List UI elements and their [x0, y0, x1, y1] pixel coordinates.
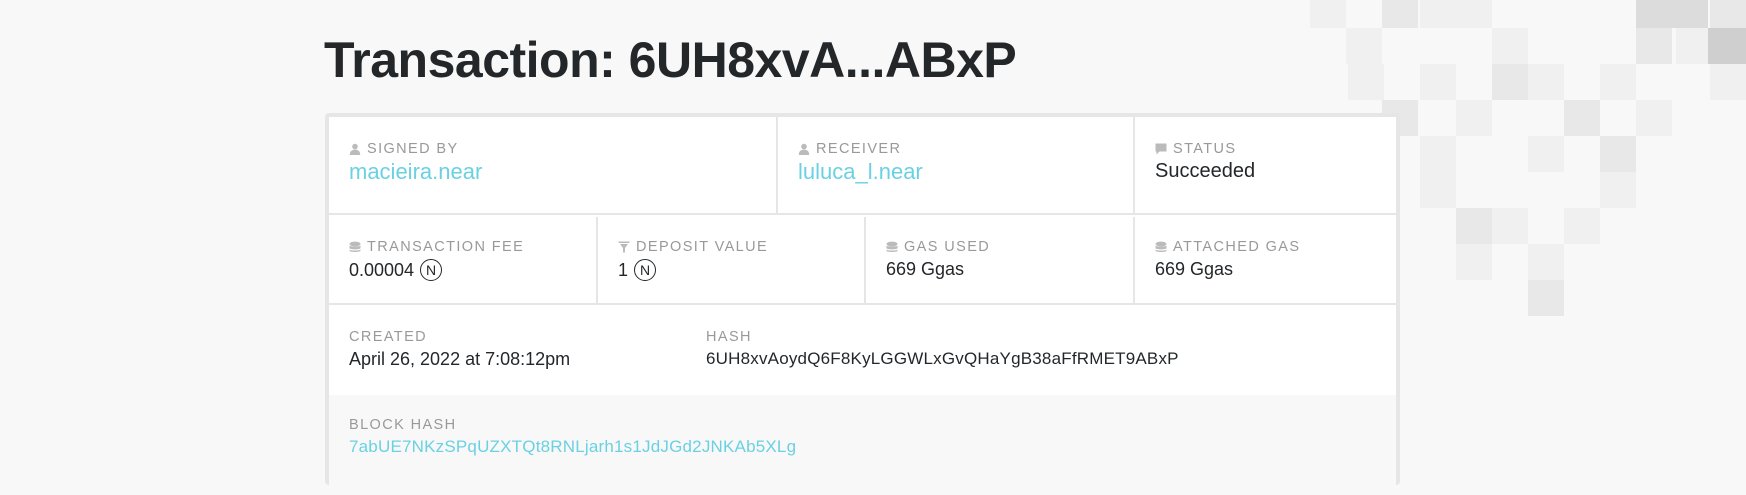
block-hash-cell: BLOCK HASH 7abUE7NKzSPqUZXTQt8RNLjarh1s1… [329, 395, 1396, 485]
transaction-fee-value: 0.00004 N [349, 259, 443, 281]
deposit-value-cell: DEPOSIT VALUE 1 N [598, 217, 866, 303]
page-title: Transaction: 6UH8xvA...ABxP [324, 32, 1017, 88]
status-label-text: STATUS [1173, 141, 1237, 157]
near-token-icon: N [420, 259, 443, 281]
receiver-cell: RECEIVER luluca_l.near [778, 117, 1135, 213]
receiver-account-link[interactable]: luluca_l.near [798, 159, 923, 185]
hash-cell: HASH 6UH8xvAoydQ6F8KyLGGWLxGvQHaYgB38aFf… [686, 307, 1396, 395]
gas-used-label-text: GAS USED [904, 239, 991, 255]
block-hash-link[interactable]: 7abUE7NKzSPqUZXTQt8RNLjarh1s1JdJGd2JNKAb… [349, 437, 796, 457]
status-label: STATUS [1155, 141, 1236, 157]
signed-by-account-link[interactable]: macieira.near [349, 159, 482, 185]
created-hash-row: CREATED April 26, 2022 at 7:08:12pm HASH… [329, 307, 1396, 395]
created-value: April 26, 2022 at 7:08:12pm [349, 349, 571, 369]
block-hash-label: BLOCK HASH [349, 417, 457, 433]
attached-gas-label: ATTACHED GAS [1155, 239, 1300, 255]
status-value: Succeeded [1155, 160, 1256, 182]
transaction-fee-label: TRANSACTION FEE [349, 239, 524, 255]
transaction-fee-cell: TRANSACTION FEE 0.00004 N [329, 217, 598, 303]
gas-used-label: GAS USED [886, 239, 990, 255]
page: Transaction: 6UH8xvA...ABxP SIGNED BY ma… [0, 0, 1746, 495]
deposit-value-label-text: DEPOSIT VALUE [636, 239, 769, 255]
gas-used-value: 669 Ggas [886, 259, 965, 279]
coins-icon [1155, 241, 1167, 252]
transaction-fee-label-text: TRANSACTION FEE [367, 239, 525, 255]
filter-icon [618, 241, 630, 253]
status-cell: STATUS Succeeded [1135, 117, 1396, 213]
transaction-details-card: SIGNED BY macieira.near RECEIVER luluca_… [325, 113, 1400, 485]
attached-gas-cell: ATTACHED GAS 669 Ggas [1135, 217, 1396, 303]
user-icon [798, 143, 810, 155]
signed-by-label: SIGNED BY [349, 141, 459, 157]
hash-label: HASH [706, 329, 752, 345]
participants-row: SIGNED BY macieira.near RECEIVER luluca_… [329, 117, 1396, 215]
coins-icon [349, 241, 361, 252]
signed-by-cell: SIGNED BY macieira.near [329, 117, 778, 213]
chat-icon [1155, 143, 1167, 155]
fees-row: TRANSACTION FEE 0.00004 N DEPOSIT VALUE … [329, 217, 1396, 305]
created-cell: CREATED April 26, 2022 at 7:08:12pm [329, 307, 686, 395]
user-icon [349, 143, 361, 155]
receiver-label-text: RECEIVER [816, 141, 902, 157]
block-hash-row: BLOCK HASH 7abUE7NKzSPqUZXTQt8RNLjarh1s1… [329, 395, 1396, 485]
coins-icon [886, 241, 898, 252]
attached-gas-value: 669 Ggas [1155, 259, 1234, 279]
deposit-value-label: DEPOSIT VALUE [618, 239, 768, 255]
hash-value: 6UH8xvAoydQ6F8KyLGGWLxGvQHaYgB38aFfRMET9… [706, 349, 1179, 368]
created-label: CREATED [349, 329, 428, 345]
transaction-fee-amount: 0.00004 [349, 259, 415, 280]
deposit-value-amount: 1 [618, 259, 629, 280]
attached-gas-label-text: ATTACHED GAS [1173, 239, 1301, 255]
near-token-icon: N [634, 259, 657, 281]
deposit-value-value: 1 N [618, 259, 657, 281]
receiver-label: RECEIVER [798, 141, 901, 157]
signed-by-label-text: SIGNED BY [367, 141, 459, 157]
gas-used-cell: GAS USED 669 Ggas [866, 217, 1135, 303]
